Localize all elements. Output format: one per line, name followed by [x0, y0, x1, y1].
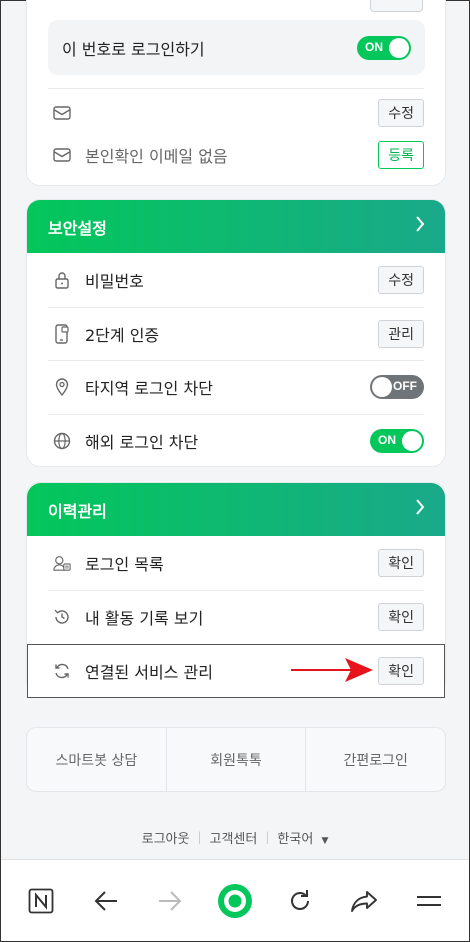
footer: 로그아웃 | 고객센터 | 한국어 ▼	[1, 827, 469, 847]
manage-two-factor-button[interactable]: 관리	[378, 320, 424, 348]
activity-log-label: 내 활동 기록 보기	[85, 609, 204, 628]
section-title: 보안설정	[48, 218, 107, 238]
verify-email-row: 본인확인 이메일 없음 등록	[27, 128, 445, 182]
refresh-icon[interactable]	[280, 881, 320, 921]
back-arrow-icon[interactable]	[86, 881, 126, 921]
connected-services-row: 연결된 서비스 관리 확인	[27, 644, 445, 698]
quick-links: 스마트봇 상담 회원톡톡 간편로그인	[26, 727, 446, 792]
login-list-label: 로그인 목록	[85, 555, 164, 574]
user-list-icon	[53, 554, 71, 572]
view-login-list-button[interactable]: 확인	[378, 549, 424, 577]
naver-home-icon[interactable]	[215, 881, 255, 921]
section-title: 이력관리	[48, 501, 107, 521]
support-link[interactable]: 고객센터	[210, 828, 258, 847]
menu-icon[interactable]	[409, 881, 449, 921]
security-header[interactable]: 보안설정	[27, 200, 445, 253]
lock-icon	[53, 271, 71, 289]
globe-icon	[53, 432, 71, 450]
caret-down-icon: ▼	[321, 835, 329, 846]
region-block-row: 타지역 로그인 차단 OFF	[27, 360, 445, 414]
region-block-label: 타지역 로그인 차단	[85, 379, 213, 398]
history-clock-icon	[53, 608, 71, 626]
view-activity-button[interactable]: 확인	[378, 603, 424, 631]
mail-icon	[53, 146, 71, 164]
login-with-number-label: 이 번호로 로그인하기	[62, 39, 205, 59]
overseas-block-toggle[interactable]: ON	[370, 429, 424, 453]
password-label: 비밀번호	[85, 272, 144, 291]
account-card: 이 번호로 로그인하기 ON 수정 본인확인 이메일 없음 등록	[26, 0, 446, 186]
sync-icon	[53, 662, 71, 680]
naver-n-icon[interactable]	[21, 881, 61, 921]
history-card: 이력관리 로그인 목록 확인 내 활동 기록 보기 확인 연결된 서비스 관리 …	[26, 482, 446, 698]
language-select[interactable]: 한국어 ▼	[277, 828, 328, 847]
overseas-block-label: 해외 로그인 차단	[85, 433, 199, 452]
two-factor-label: 2단계 인증	[85, 326, 160, 345]
browser-toolbar	[1, 859, 469, 941]
phone-lock-icon	[53, 324, 71, 344]
edit-password-button[interactable]: 수정	[378, 266, 424, 294]
overseas-block-row: 해외 로그인 차단 ON	[27, 414, 445, 466]
easy-login-link[interactable]: 간편로그인	[306, 728, 445, 791]
member-talk-link[interactable]: 회원톡톡	[167, 728, 306, 791]
region-block-toggle[interactable]: OFF	[370, 375, 424, 399]
location-pin-icon	[53, 378, 71, 396]
verify-email-label: 본인확인 이메일 없음	[85, 147, 228, 166]
chevron-right-icon	[415, 216, 425, 237]
security-card: 보안설정 비밀번호 수정 2단계 인증 관리 타지역 로그인 차단 OFF 해외…	[26, 199, 446, 467]
red-arrow-icon	[291, 658, 373, 682]
register-email-button[interactable]: 등록	[378, 141, 424, 169]
login-list-row: 로그인 목록 확인	[27, 536, 445, 590]
edit-email-button[interactable]: 수정	[378, 99, 424, 127]
chevron-right-icon	[415, 499, 425, 520]
two-factor-row: 2단계 인증 관리	[27, 307, 445, 361]
view-connected-services-button[interactable]: 확인	[378, 657, 424, 685]
login-with-number-row: 이 번호로 로그인하기 ON	[48, 20, 425, 75]
share-icon[interactable]	[344, 881, 384, 921]
forward-arrow-icon[interactable]	[150, 881, 190, 921]
scrolled-button-stub[interactable]	[370, 0, 423, 12]
mail-icon	[53, 104, 71, 122]
smartbot-link[interactable]: 스마트봇 상담	[27, 728, 166, 791]
logout-link[interactable]: 로그아웃	[142, 828, 190, 847]
password-row: 비밀번호 수정	[27, 253, 445, 307]
history-header[interactable]: 이력관리	[27, 483, 445, 536]
login-with-number-toggle[interactable]: ON	[357, 35, 411, 60]
activity-log-row: 내 활동 기록 보기 확인	[27, 590, 445, 644]
